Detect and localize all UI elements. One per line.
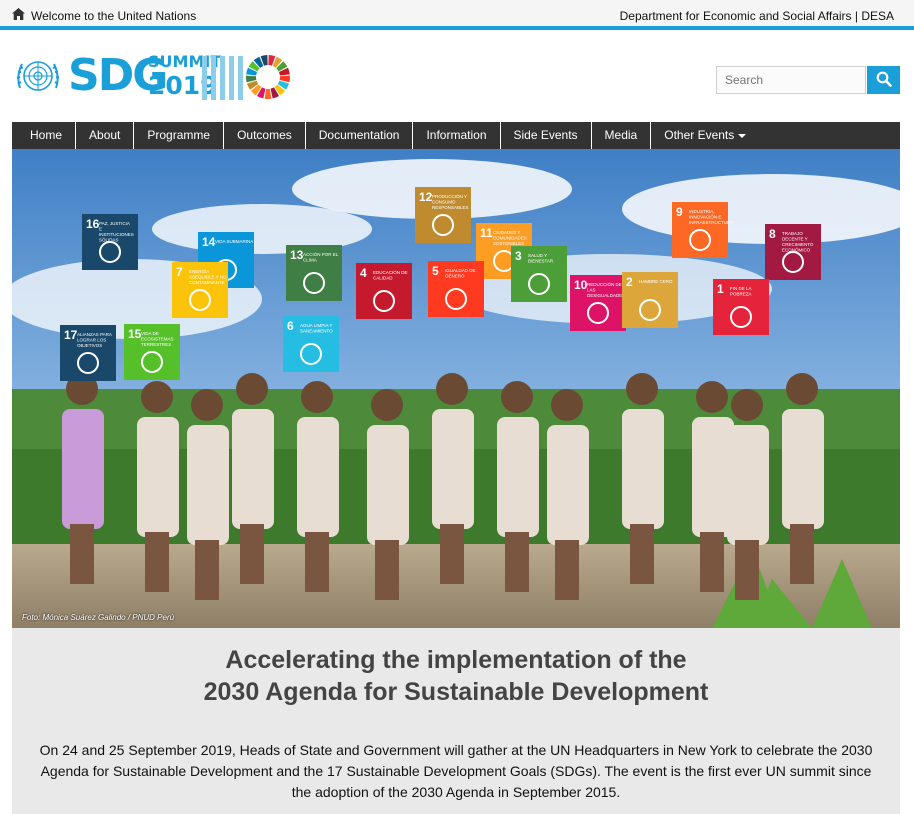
sdg-sign-number: 11 [480,226,493,240]
sdg-sign-number: 15 [128,327,142,341]
sdg-sign-13: 13 ACCIÓN POR EL CLIMA [286,245,342,301]
sdg-sign-label: FIN DE LA POBREZA [730,286,752,297]
sdg-sign-10: 10 REDUCCIÓN DE LAS DESIGUALDADES [570,275,626,331]
sdg-sign-number: 3 [515,249,522,263]
sdg-sign-15: 15 VIDA DE ECOSISTEMAS TERRESTRES [124,324,180,380]
search-box [716,66,900,94]
nav-home[interactable]: Home [12,122,77,149]
sdg-sign-2: 2 HAMBRE CERO [622,272,678,328]
search-button[interactable] [867,66,900,94]
sdg-sign-number: 8 [769,227,776,241]
main-nav: Home About Programme Outcomes Documentat… [12,122,900,149]
sdg-sign-number: 2 [626,275,633,289]
logo-bars [202,56,243,100]
welcome-link[interactable]: Welcome to the United Nations [12,8,196,23]
sdg-sign-7: 7 ENERGÍA ASEQUIBLE Y NO CONTAMINANTE [172,262,228,318]
sdg-sign-label: VIDA SUBMARINA [215,239,253,244]
sdg-sign-number: 7 [176,265,183,279]
sdg-sign-label: HAMBRE CERO [639,279,673,284]
home-icon [12,8,25,23]
sdg-sign-9: 9 INDUSTRIA, INNOVACIÓN E INFRAESTRUCTURA [672,202,733,258]
sdg-sign-number: 1 [717,282,724,296]
sdg-sign-label: AGUA LIMPIA Y SANEAMIENTO [300,323,333,334]
sdg-sign-number: 16 [86,217,100,231]
sdg-sign-6: 6 AGUA LIMPIA Y SANEAMIENTO [283,316,339,372]
intro-paragraph: On 24 and 25 September 2019, Heads of St… [39,742,873,800]
sdg-sign-number: 4 [360,266,367,280]
sdg-sign-number: 6 [287,319,294,333]
sdg-sign-number: 12 [419,190,433,204]
sdg-wheel-icon [245,54,291,100]
hero-image: 16 PAZ, JUSTICIA E INSTITUCIONES SÓLIDAS 14 VI… [12,149,900,628]
caret-down-icon [738,133,747,138]
search-icon [876,71,892,87]
sdg-sign-5: 5 IGUALDAD DE GÉNERO [428,261,484,317]
sdg-sign-number: 17 [64,328,78,342]
nav-documentation[interactable]: Documentation [306,122,414,149]
header: SDG SUMMIT 2019 [0,34,914,122]
sdg-sign-number: 5 [432,264,439,278]
sdg-sign-number: 10 [574,278,588,292]
nav-media[interactable]: Media [592,122,652,149]
top-bar: Welcome to the United Nations Department… [0,0,914,30]
sdg-sign-17: 17 ALIANZAS PARA LOGRAR LOS OBJETIVOS [60,325,116,381]
sdg-sign-8: 8 TRABAJO DECENTE Y CRECIMIENTO ECONÓMICO [765,224,821,280]
sdg-sign-3: 3 SALUD Y BIENESTAR [511,246,567,302]
sdg-sign-number: 9 [676,205,683,219]
sdg-sign-number: 14 [202,235,216,249]
sdg-sign-12: 12 PRODUCCIÓN Y CONSUMO RESPONSABLES [415,187,471,243]
page-headline: Accelerating the implementation of the 2… [12,644,900,708]
nav-programme[interactable]: Programme [134,122,225,149]
search-input[interactable] [716,66,866,94]
photo-credit: Foto: Mónica Suárez Galindo / PNUD Perú [22,613,175,622]
department-link[interactable]: Department for Economic and Social Affai… [620,9,894,23]
sdg-sign-16: 16 PAZ, JUSTICIA E INSTITUCIONES SÓLIDAS [82,214,138,270]
headline-line-1: Accelerating the implementation of the [225,646,687,674]
nav-side-events[interactable]: Side Events [501,122,592,149]
nav-other-events-label: Other Events [664,128,735,142]
nav-outcomes[interactable]: Outcomes [224,122,306,149]
sdg-sign-number: 13 [290,248,304,262]
welcome-text: Welcome to the United Nations [31,8,197,23]
sdg-sign-4: 4 EDUCACIÓN DE CALIDAD [356,263,412,319]
intro-section: Accelerating the implementation of the 2… [12,628,900,814]
nav-other-events-dropdown[interactable]: Other Events [651,122,759,149]
nav-about[interactable]: About [76,122,135,149]
sdg-sign-1: 1 FIN DE LA POBREZA [713,279,769,335]
headline-line-2: 2030 Agenda for Sustainable Development [203,678,709,706]
un-emblem-icon[interactable] [12,54,64,100]
nav-information[interactable]: Information [413,122,501,149]
